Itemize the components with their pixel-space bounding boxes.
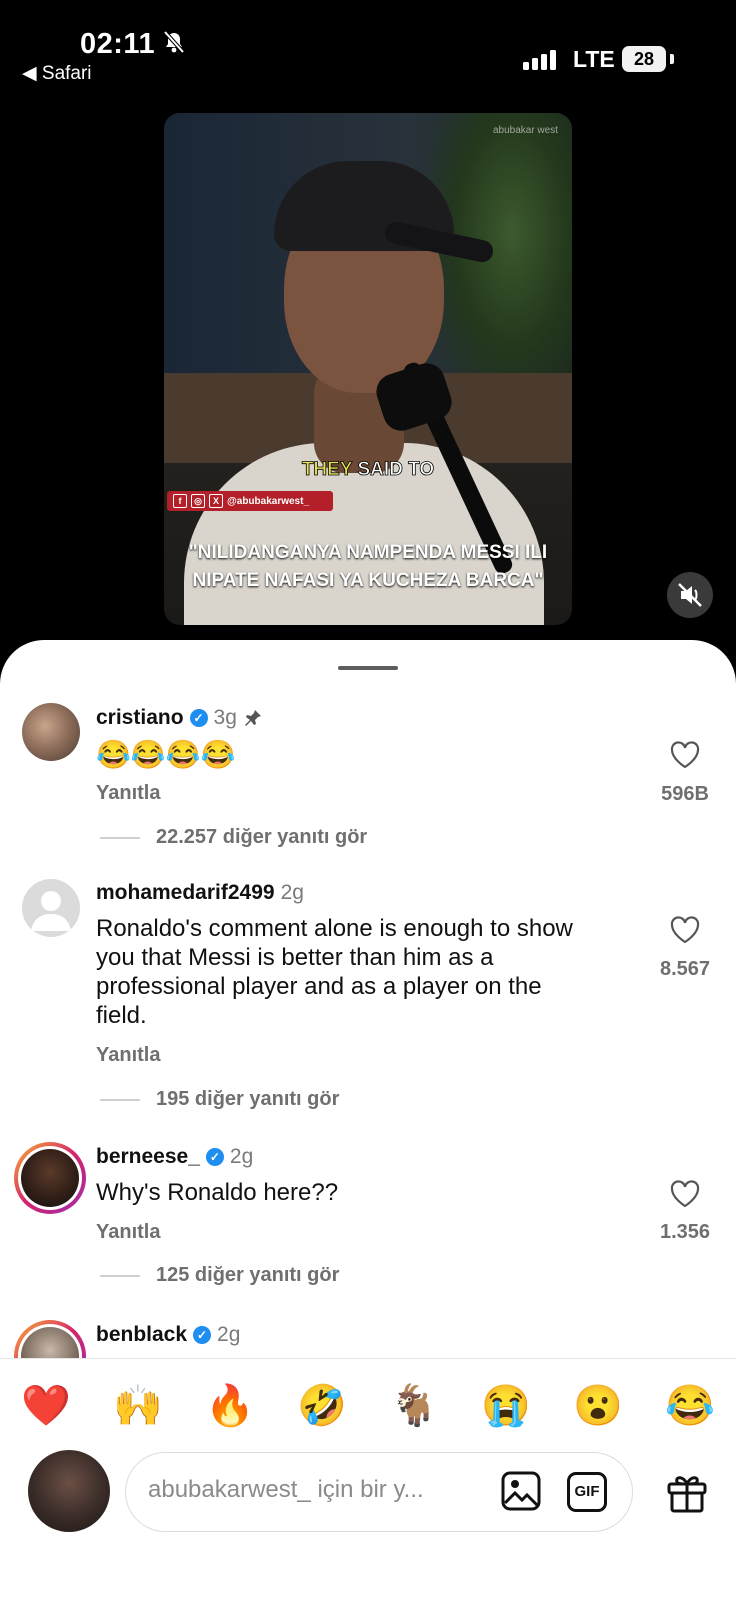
silent-bell-icon (163, 30, 185, 59)
composer-divider (0, 1358, 736, 1359)
back-to-safari-link[interactable]: ◀ Safari (22, 62, 92, 85)
avatar[interactable] (22, 703, 80, 761)
gif-picker-icon[interactable]: GIF (567, 1472, 607, 1512)
mute-toggle-button[interactable] (667, 572, 713, 618)
reply-button[interactable]: Yanıtla (96, 782, 160, 805)
avatar[interactable] (21, 1149, 79, 1207)
comment-clip: benblack ✓ 2g (0, 1310, 736, 1358)
like-count: 1.356 (659, 1221, 711, 1243)
gift-icon[interactable] (665, 1470, 709, 1519)
default-user-icon (31, 891, 71, 931)
like-heart-icon[interactable] (669, 1179, 701, 1209)
comment-text: Ronaldo's comment alone is enough to sho… (96, 915, 573, 1029)
view-more-replies-link[interactable]: 195 diğer yanıtı gör (100, 1088, 339, 1111)
status-time: 02:11 (80, 28, 156, 60)
comment-username[interactable]: cristiano ✓ 3g (96, 706, 263, 730)
comment-input-placeholder[interactable]: abubakarwest_ için bir y... (148, 1476, 424, 1504)
verified-badge-icon: ✓ (193, 1326, 212, 1344)
battery-nub (670, 54, 674, 64)
speaker-muted-icon (678, 583, 702, 607)
instagram-icon: ◎ (191, 494, 205, 508)
pin-icon (244, 710, 261, 726)
facebook-icon: f (173, 494, 187, 508)
verified-badge-icon: ✓ (205, 1148, 224, 1166)
emoji-raised-hands[interactable]: 🙌 (113, 1382, 163, 1429)
like-heart-icon[interactable] (669, 740, 701, 770)
comment-time: 3g (213, 706, 237, 729)
video-watermark: abubakar west (492, 125, 558, 136)
emoji-reaction-row: ❤️ 🙌 🔥 🤣 🐐 😭 😮 😂 (0, 1376, 736, 1434)
battery-level: 28 (622, 46, 666, 72)
comment-username[interactable]: berneese_ ✓ 2g (96, 1145, 253, 1169)
video-plant (422, 113, 572, 413)
comment-text: Why's Ronaldo here?? (96, 1179, 339, 1206)
view-more-replies-link[interactable]: 22.257 diğer yanıtı gör (100, 826, 367, 849)
comment-time: 2g (229, 1145, 254, 1168)
video-player[interactable]: abubakar west THEY SAID TO f ◎ X @abubak… (164, 113, 572, 625)
video-social-banner: f ◎ X @abubakarwest_ (167, 491, 333, 511)
sheet-drag-handle[interactable] (338, 666, 398, 670)
comment-username[interactable]: benblack ✓ 2g (96, 1323, 240, 1347)
view-more-replies-link[interactable]: 125 diğer yanıtı gör (100, 1264, 339, 1287)
verified-badge-icon: ✓ (189, 709, 208, 727)
comment-text: 😂😂😂😂 (96, 739, 236, 770)
avatar[interactable] (22, 879, 80, 937)
cellular-signal-icon (523, 50, 559, 75)
emoji-surprised[interactable]: 😮 (573, 1382, 623, 1429)
image-picker-icon[interactable] (500, 1470, 542, 1517)
video-caption: "NILIDANGANYA NAMPENDA MESSI ILI NIPATE … (188, 542, 548, 591)
x-icon: X (209, 494, 223, 508)
emoji-rofl[interactable]: 🤣 (297, 1382, 347, 1429)
emoji-crying[interactable]: 😭 (481, 1382, 531, 1429)
emoji-goat[interactable]: 🐐 (389, 1382, 439, 1429)
like-heart-icon[interactable] (669, 915, 701, 945)
video-overlay-text: THEY SAID TO (301, 459, 435, 481)
current-user-avatar (28, 1450, 110, 1532)
reply-button[interactable]: Yanıtla (96, 1044, 160, 1067)
like-count: 8.567 (659, 958, 711, 980)
comment-time: 2g (280, 881, 304, 904)
social-handle: @abubakarwest_ (227, 495, 310, 507)
emoji-fire[interactable]: 🔥 (205, 1382, 255, 1429)
emoji-joy[interactable]: 😂 (665, 1382, 715, 1429)
like-count: 596B (661, 783, 709, 805)
network-type: LTE (573, 46, 615, 72)
comment-time: 2g (217, 1323, 241, 1346)
emoji-heart[interactable]: ❤️ (21, 1382, 71, 1429)
reply-button[interactable]: Yanıtla (96, 1221, 160, 1244)
comment-username[interactable]: mohamedarif2499 2g (96, 881, 304, 905)
